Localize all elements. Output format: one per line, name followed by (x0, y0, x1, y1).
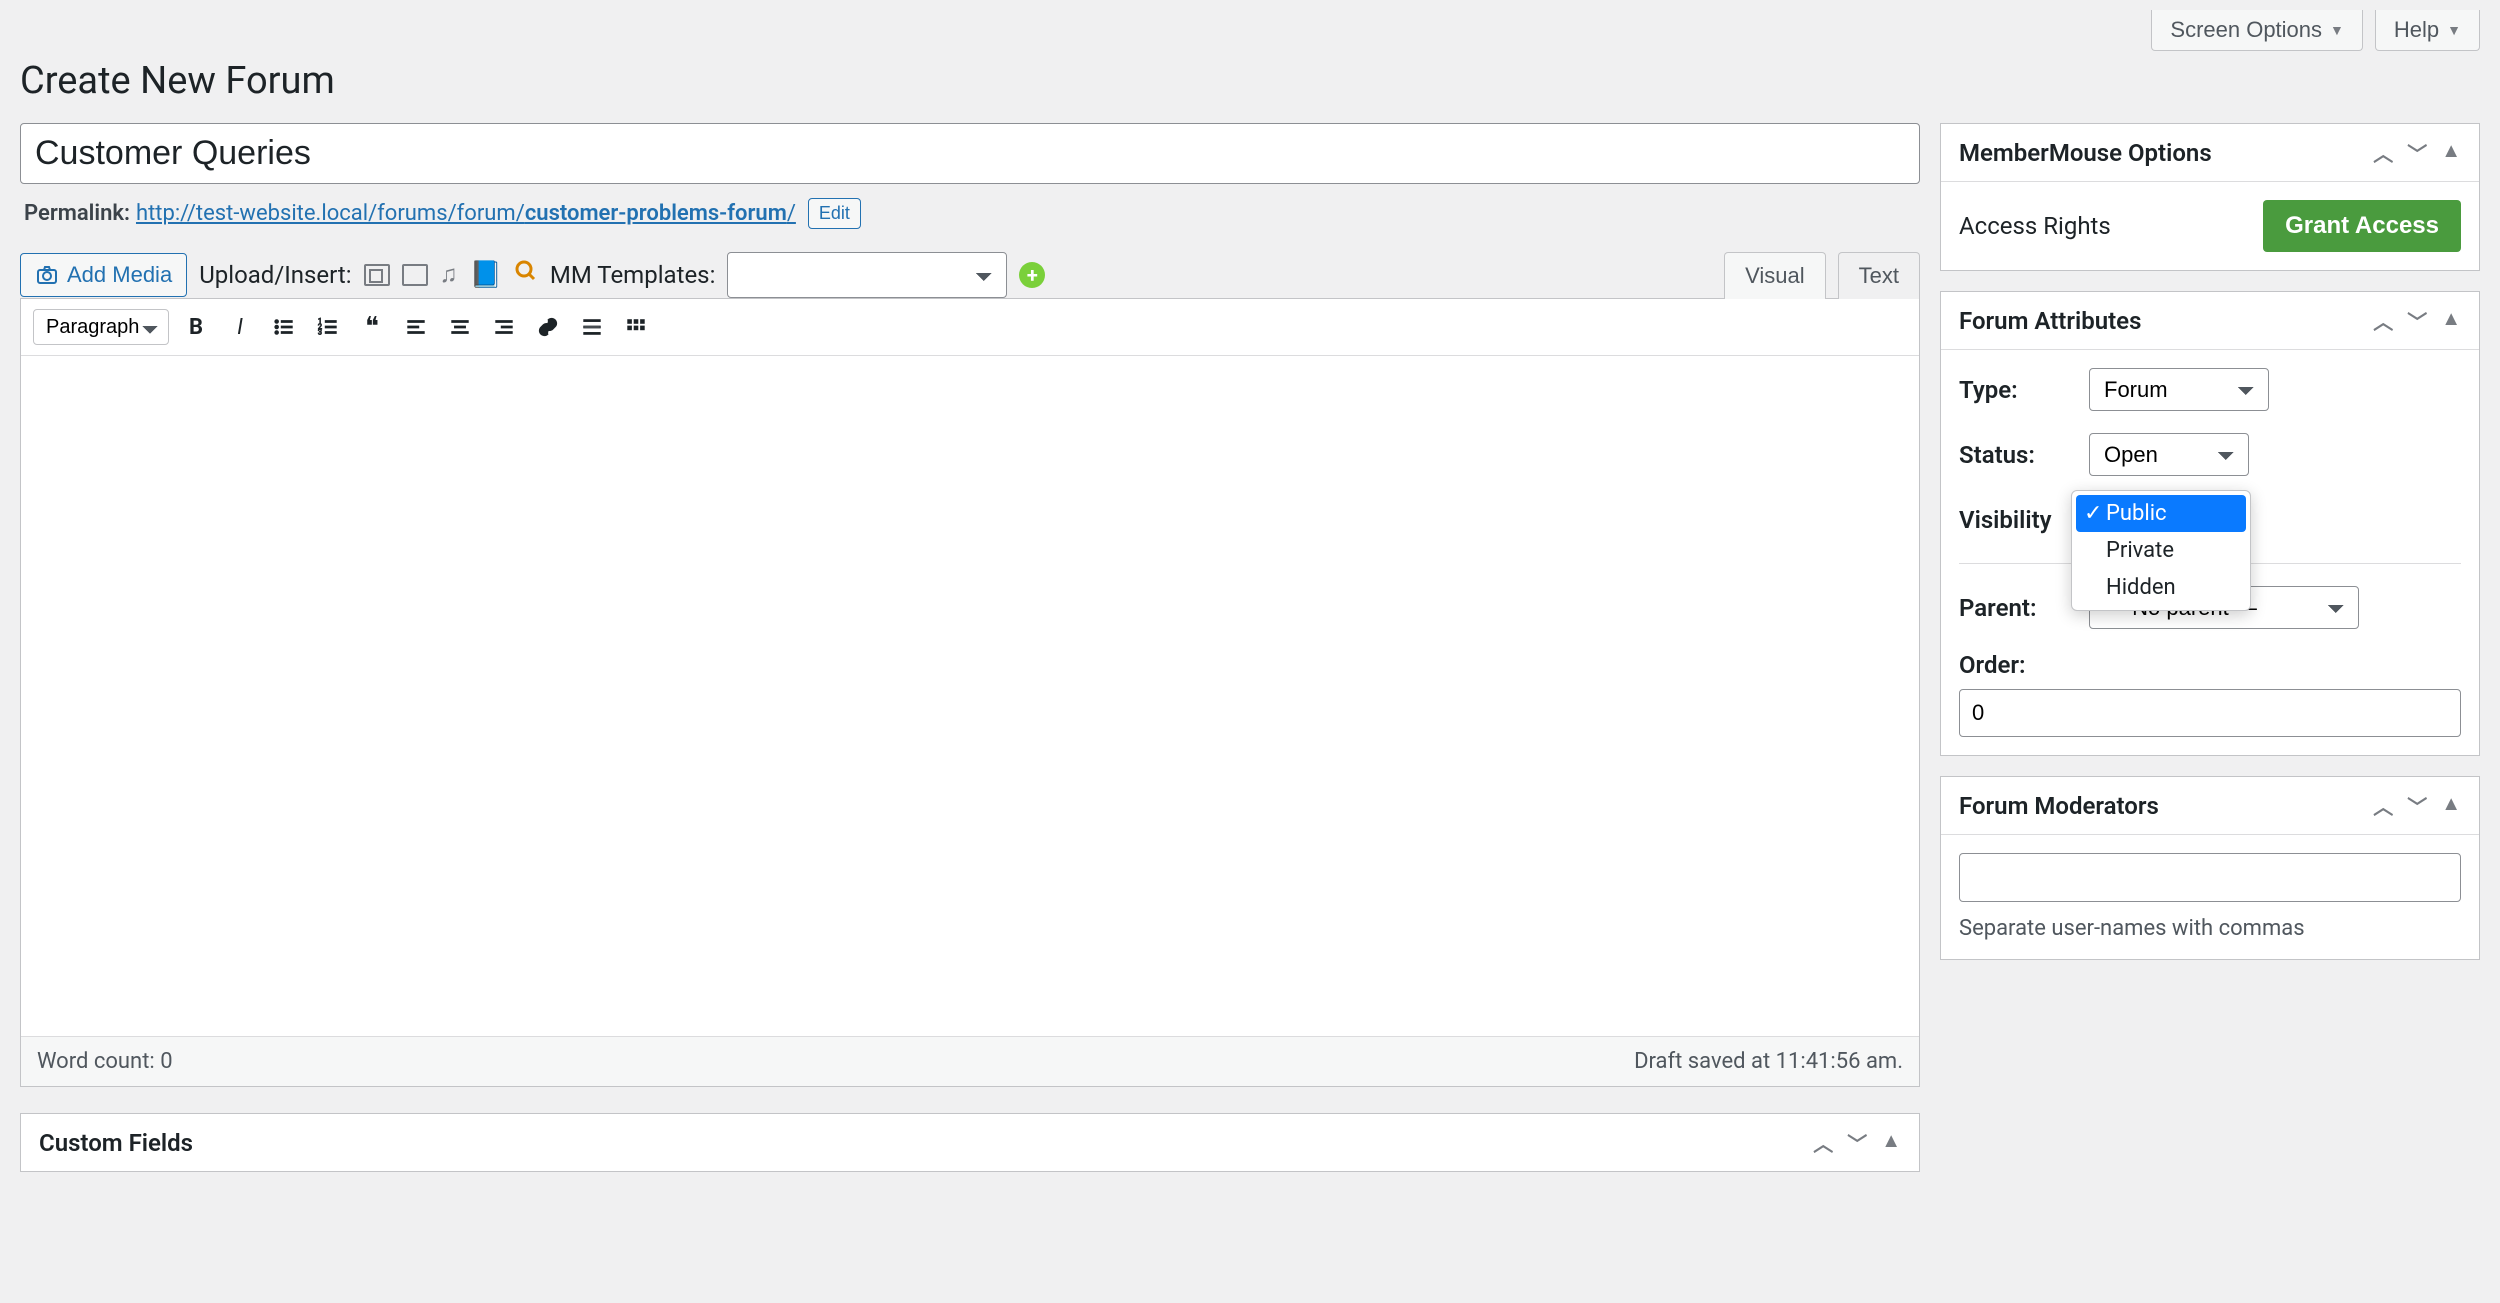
tab-text[interactable]: Text (1838, 252, 1920, 299)
status-label: Status: (1959, 441, 2089, 469)
chevron-down-icon[interactable]: ﹀ (2407, 138, 2427, 167)
link-button[interactable] (531, 310, 565, 344)
chevron-down-icon: ▼ (2447, 22, 2461, 38)
moderators-input[interactable] (1959, 853, 2461, 902)
chevron-down-icon[interactable]: ﹀ (2407, 791, 2427, 820)
grant-access-button[interactable]: Grant Access (2263, 200, 2461, 252)
tab-visual[interactable]: Visual (1724, 252, 1826, 299)
toolbar-toggle-button[interactable] (619, 310, 653, 344)
chevron-down-icon: ▼ (2330, 22, 2344, 38)
add-media-button[interactable]: Add Media (20, 253, 187, 297)
chevron-up-icon[interactable]: ︿ (2373, 791, 2393, 820)
caret-up-icon[interactable]: ▲ (2441, 138, 2461, 167)
edit-permalink-button[interactable]: Edit (808, 198, 861, 229)
page-title: Create New Forum (20, 59, 2480, 103)
screen-options-button[interactable]: Screen Options ▼ (2151, 10, 2363, 51)
status-select[interactable]: Open (2089, 433, 2249, 476)
svg-text:3: 3 (318, 327, 322, 336)
type-select[interactable]: Forum (2089, 368, 2269, 411)
editor-container: Paragraph B I 123 ❝ (20, 298, 1920, 1087)
align-left-button[interactable] (399, 310, 433, 344)
custom-fields-box: Custom Fields ︿ ﹀ ▲ (20, 1113, 1920, 1172)
editor-toolbar: Paragraph B I 123 ❝ (21, 299, 1919, 356)
visibility-option-public[interactable]: Public (2076, 495, 2246, 532)
caret-up-icon[interactable]: ▲ (1881, 1128, 1901, 1157)
camera-icon (35, 263, 59, 287)
bold-button[interactable]: B (179, 310, 213, 344)
draft-saved-status: Draft saved at 11:41:56 am. (1634, 1049, 1903, 1074)
caret-up-icon[interactable]: ▲ (2441, 306, 2461, 335)
chevron-up-icon[interactable]: ︿ (2373, 306, 2393, 335)
italic-button[interactable]: I (223, 310, 257, 344)
book-icon[interactable]: 📘 (470, 260, 502, 290)
bullet-list-button[interactable] (267, 310, 301, 344)
numbered-list-button[interactable]: 123 (311, 310, 345, 344)
order-label: Order: (1959, 651, 2026, 679)
add-template-button[interactable]: + (1019, 262, 1045, 288)
chevron-down-icon[interactable]: ﹀ (2407, 306, 2427, 335)
type-label: Type: (1959, 376, 2089, 404)
editor-content[interactable] (21, 356, 1919, 1036)
visibility-label: Visibility (1959, 506, 2089, 534)
visibility-dropdown: Public Private Hidden (2071, 490, 2251, 611)
membermouse-title: MemberMouse Options (1959, 139, 2212, 167)
forum-moderators-title: Forum Moderators (1959, 792, 2159, 820)
image-icon[interactable] (364, 264, 390, 286)
mm-templates-select[interactable] (727, 252, 1007, 298)
align-center-button[interactable] (443, 310, 477, 344)
add-media-label: Add Media (67, 262, 172, 288)
chevron-up-icon[interactable]: ︿ (1813, 1128, 1833, 1157)
audio-icon[interactable]: ♫ (440, 260, 458, 289)
readmore-button[interactable] (575, 310, 609, 344)
blockquote-button[interactable]: ❝ (355, 310, 389, 344)
forum-title-input[interactable] (20, 123, 1920, 184)
permalink-row: Permalink: http://test-website.local/for… (24, 198, 1920, 229)
custom-fields-title: Custom Fields (39, 1129, 193, 1157)
help-label: Help (2394, 17, 2439, 43)
parent-label: Parent: (1959, 594, 2089, 622)
screen-options-label: Screen Options (2170, 17, 2322, 43)
order-input[interactable] (1959, 689, 2461, 737)
forum-attributes-title: Forum Attributes (1959, 307, 2141, 335)
moderators-help: Separate user-names with commas (1959, 916, 2461, 941)
format-select[interactable]: Paragraph (33, 309, 169, 345)
chevron-down-icon[interactable]: ﹀ (1847, 1128, 1867, 1157)
forum-attributes-box: Forum Attributes ︿ ﹀ ▲ Type: Forum Statu… (1940, 291, 2480, 756)
search-icon[interactable] (514, 259, 538, 290)
upload-insert-label: Upload/Insert: (199, 261, 351, 289)
chevron-up-icon[interactable]: ︿ (2373, 138, 2393, 167)
mm-templates-label: MM Templates: (550, 261, 715, 289)
video-icon[interactable] (402, 264, 428, 286)
access-rights-label: Access Rights (1959, 212, 2111, 240)
word-count: Word count: 0 (37, 1049, 173, 1074)
permalink-link[interactable]: http://test-website.local/forums/forum/c… (136, 201, 796, 226)
membermouse-box: MemberMouse Options ︿ ﹀ ▲ Access Rights … (1940, 123, 2480, 271)
caret-up-icon[interactable]: ▲ (2441, 791, 2461, 820)
visibility-option-private[interactable]: Private (2076, 532, 2246, 569)
forum-moderators-box: Forum Moderators ︿ ﹀ ▲ Separate user-nam… (1940, 776, 2480, 960)
permalink-label: Permalink: (24, 201, 130, 226)
help-button[interactable]: Help ▼ (2375, 10, 2480, 51)
align-right-button[interactable] (487, 310, 521, 344)
visibility-option-hidden[interactable]: Hidden (2076, 569, 2246, 606)
